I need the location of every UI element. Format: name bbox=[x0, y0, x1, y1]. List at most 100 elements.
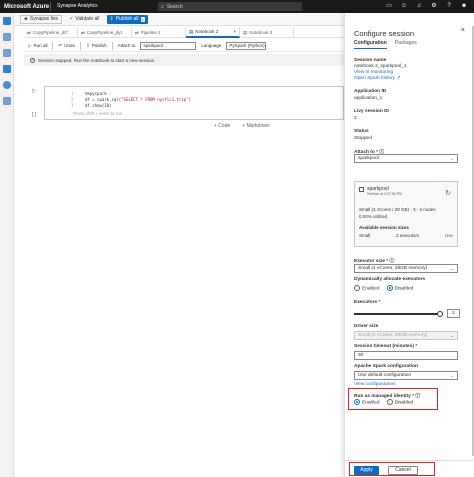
view-monitoring-link[interactable]: View in monitoring bbox=[354, 70, 393, 75]
close-icon[interactable]: × bbox=[461, 27, 465, 34]
pipeline-icon: ⇄ bbox=[135, 29, 139, 35]
publish-button[interactable]: ⇪ Publish bbox=[86, 43, 107, 49]
code-line: df.show(10) bbox=[85, 103, 112, 108]
attach-to-select[interactable]: sparkpool bbox=[140, 41, 197, 50]
language-select[interactable]: PySpark (Python) bbox=[226, 41, 267, 50]
radio-button[interactable] bbox=[354, 285, 360, 291]
open-spark-history-link[interactable]: Open Spark history ↗ bbox=[354, 76, 400, 81]
tab-copypipeline-dt7[interactable]: ⇄ CopyPipeline_dt7 bbox=[24, 27, 78, 38]
brand-title[interactable]: Microsoft Azure bbox=[0, 4, 50, 10]
chevron-down-icon: ⌄ bbox=[450, 156, 454, 161]
run-all-label: Run all bbox=[33, 43, 48, 48]
add-code-button[interactable]: + Code bbox=[214, 123, 230, 129]
run-all-button[interactable]: ▷ Run all bbox=[28, 43, 47, 49]
managed-identity-label: Run as managed identity * ⓘ bbox=[354, 392, 420, 399]
workspace-name[interactable]: Synapse Analytics bbox=[50, 2, 98, 11]
spark-config-dropdown[interactable]: Use default configuration ⌄ bbox=[354, 371, 458, 380]
radio-button[interactable] bbox=[386, 285, 393, 291]
tab-label: Notebook 3 bbox=[249, 30, 273, 35]
code-editor[interactable]: %%pyspark df = spark.sql("SELECT * FROM n… bbox=[85, 91, 191, 109]
person-icon[interactable]: ☻ bbox=[460, 2, 468, 11]
code-cell[interactable]: 1 2 3 %%pyspark df = spark.sql("SELECT * … bbox=[44, 86, 344, 120]
data-icon[interactable] bbox=[2, 33, 11, 41]
application-id-value: application_1 bbox=[354, 96, 383, 101]
pipeline-icon: ⇄ bbox=[81, 29, 85, 35]
panel-tabs: Configuration Packages bbox=[354, 40, 417, 49]
develop-icon[interactable] bbox=[2, 49, 11, 57]
pool-refresh-time: Refresh at 2:37:56 PM bbox=[367, 192, 403, 196]
tab-notebook-3[interactable]: ▤ Notebook 3 bbox=[240, 27, 294, 38]
slider-thumb[interactable] bbox=[437, 311, 443, 317]
pool-utilization: 0.00% utilized bbox=[359, 214, 388, 219]
chevron-down-icon: ⌄ bbox=[450, 266, 454, 271]
cancel-button[interactable]: Cancel bbox=[388, 466, 418, 475]
notebook-icon: ▤ bbox=[189, 28, 194, 34]
cloud-shell-icon[interactable]: ▭ bbox=[385, 2, 393, 11]
executors-label-text: Executors bbox=[354, 300, 378, 305]
monitor-icon[interactable] bbox=[2, 81, 11, 89]
livy-id-label: Livy session ID bbox=[354, 109, 389, 114]
view-configurations-link[interactable]: View configurations bbox=[354, 382, 396, 387]
search-box[interactable]: ⌕ Search bbox=[158, 2, 302, 11]
dynamic-disabled-option[interactable]: Disabled bbox=[386, 285, 413, 291]
tab-pipeline-2[interactable]: ⇄ Pipeline 2 bbox=[132, 27, 186, 38]
managed-enabled-option[interactable]: Enabled bbox=[354, 399, 380, 405]
session-size-row: Small 2 executors Use bbox=[359, 233, 453, 238]
available-sizes-label: Available session sizes bbox=[359, 225, 409, 230]
tab-copypipeline-dyz[interactable]: ⇄ CopyPipeline_dyz bbox=[78, 27, 132, 38]
driver-size-dropdown: Small (4 vCores, 28GB memory) ⌄ bbox=[354, 331, 458, 340]
add-markdown-button[interactable]: + Markdown bbox=[242, 123, 269, 129]
tab-packages[interactable]: Packages bbox=[395, 40, 417, 49]
pipeline-icon: ⇄ bbox=[27, 29, 31, 35]
radio-button[interactable] bbox=[386, 399, 393, 405]
publish-all-label: Publish all bbox=[115, 16, 139, 22]
publish-all-button[interactable]: ⇪ Publish all 6 bbox=[106, 14, 148, 24]
tab-label: CopyPipeline_dyz bbox=[86, 30, 123, 35]
attach-to-dropdown[interactable]: sparkpool ⌄ bbox=[354, 154, 458, 163]
gear-icon[interactable]: ⚙ bbox=[430, 2, 438, 11]
home-icon[interactable] bbox=[2, 17, 11, 25]
add-cell-row: + Code + Markdown bbox=[214, 123, 270, 129]
spark-pool-card: sparkpool Refresh at 2:37:56 PM ↻ Small … bbox=[354, 181, 458, 247]
language-label: Language bbox=[201, 43, 222, 48]
timeout-label-text: Session timeout (minutes) bbox=[354, 344, 414, 349]
use-size-link[interactable]: Use bbox=[445, 233, 453, 238]
executors-slider[interactable] bbox=[354, 311, 443, 317]
manage-icon[interactable] bbox=[2, 97, 11, 105]
top-icons: ▭ ☺ ♫ ⚙ ? ☻ bbox=[385, 2, 468, 11]
search-icon: ⌕ bbox=[161, 3, 164, 10]
radio-button[interactable] bbox=[354, 399, 360, 405]
publish-label: Publish bbox=[91, 43, 107, 48]
check-icon: ✓ bbox=[69, 16, 74, 22]
undo-label: Undo bbox=[64, 43, 76, 48]
validate-all-button[interactable]: ✓ Validate all bbox=[66, 15, 102, 24]
executor-size-dropdown[interactable]: Small (4 vCores, 28GB memory) ⌄ bbox=[354, 264, 458, 273]
managed-disabled-option[interactable]: Disabled bbox=[386, 399, 413, 405]
slider-track bbox=[354, 313, 442, 315]
dynamic-alloc-options: Enabled Disabled bbox=[354, 285, 413, 291]
run-cell-icon[interactable]: ▷ bbox=[32, 88, 36, 94]
close-icon[interactable]: × bbox=[233, 29, 239, 34]
notebook-toolbar: ▷ Run all ↶ Undo ⇪ Publish Attach to spa… bbox=[24, 40, 344, 52]
application-id-label: Application ID bbox=[354, 89, 387, 94]
notification-icon[interactable]: ♫ bbox=[415, 2, 423, 11]
info-icon: i bbox=[30, 57, 35, 63]
integrate-icon[interactable] bbox=[2, 65, 11, 73]
tab-notebook-2[interactable]: ▤ Notebook 2 × bbox=[186, 27, 240, 38]
undo-button[interactable]: ↶ Undo bbox=[58, 43, 75, 49]
left-rail bbox=[0, 13, 14, 477]
session-name-value: notebook 2_sparkpool_1 bbox=[354, 64, 407, 69]
line-numbers: 1 2 3 bbox=[71, 91, 73, 109]
feedback-icon[interactable]: ☺ bbox=[400, 2, 408, 11]
apply-button[interactable]: Apply bbox=[354, 466, 379, 475]
external-link-icon: ↗ bbox=[396, 76, 401, 81]
tab-configuration[interactable]: Configuration bbox=[354, 40, 387, 49]
status-value: Stopped bbox=[354, 136, 372, 141]
refresh-icon[interactable]: ↻ bbox=[445, 189, 451, 197]
live-mode-selector[interactable]: ◈ Synapse live bbox=[20, 14, 63, 24]
help-icon[interactable]: ? bbox=[445, 2, 453, 11]
dynamic-enabled-option[interactable]: Enabled bbox=[354, 285, 380, 291]
option-label: Enabled bbox=[362, 400, 380, 406]
executors-input[interactable]: 2 bbox=[447, 309, 460, 318]
timeout-input[interactable]: 30 bbox=[354, 351, 458, 360]
